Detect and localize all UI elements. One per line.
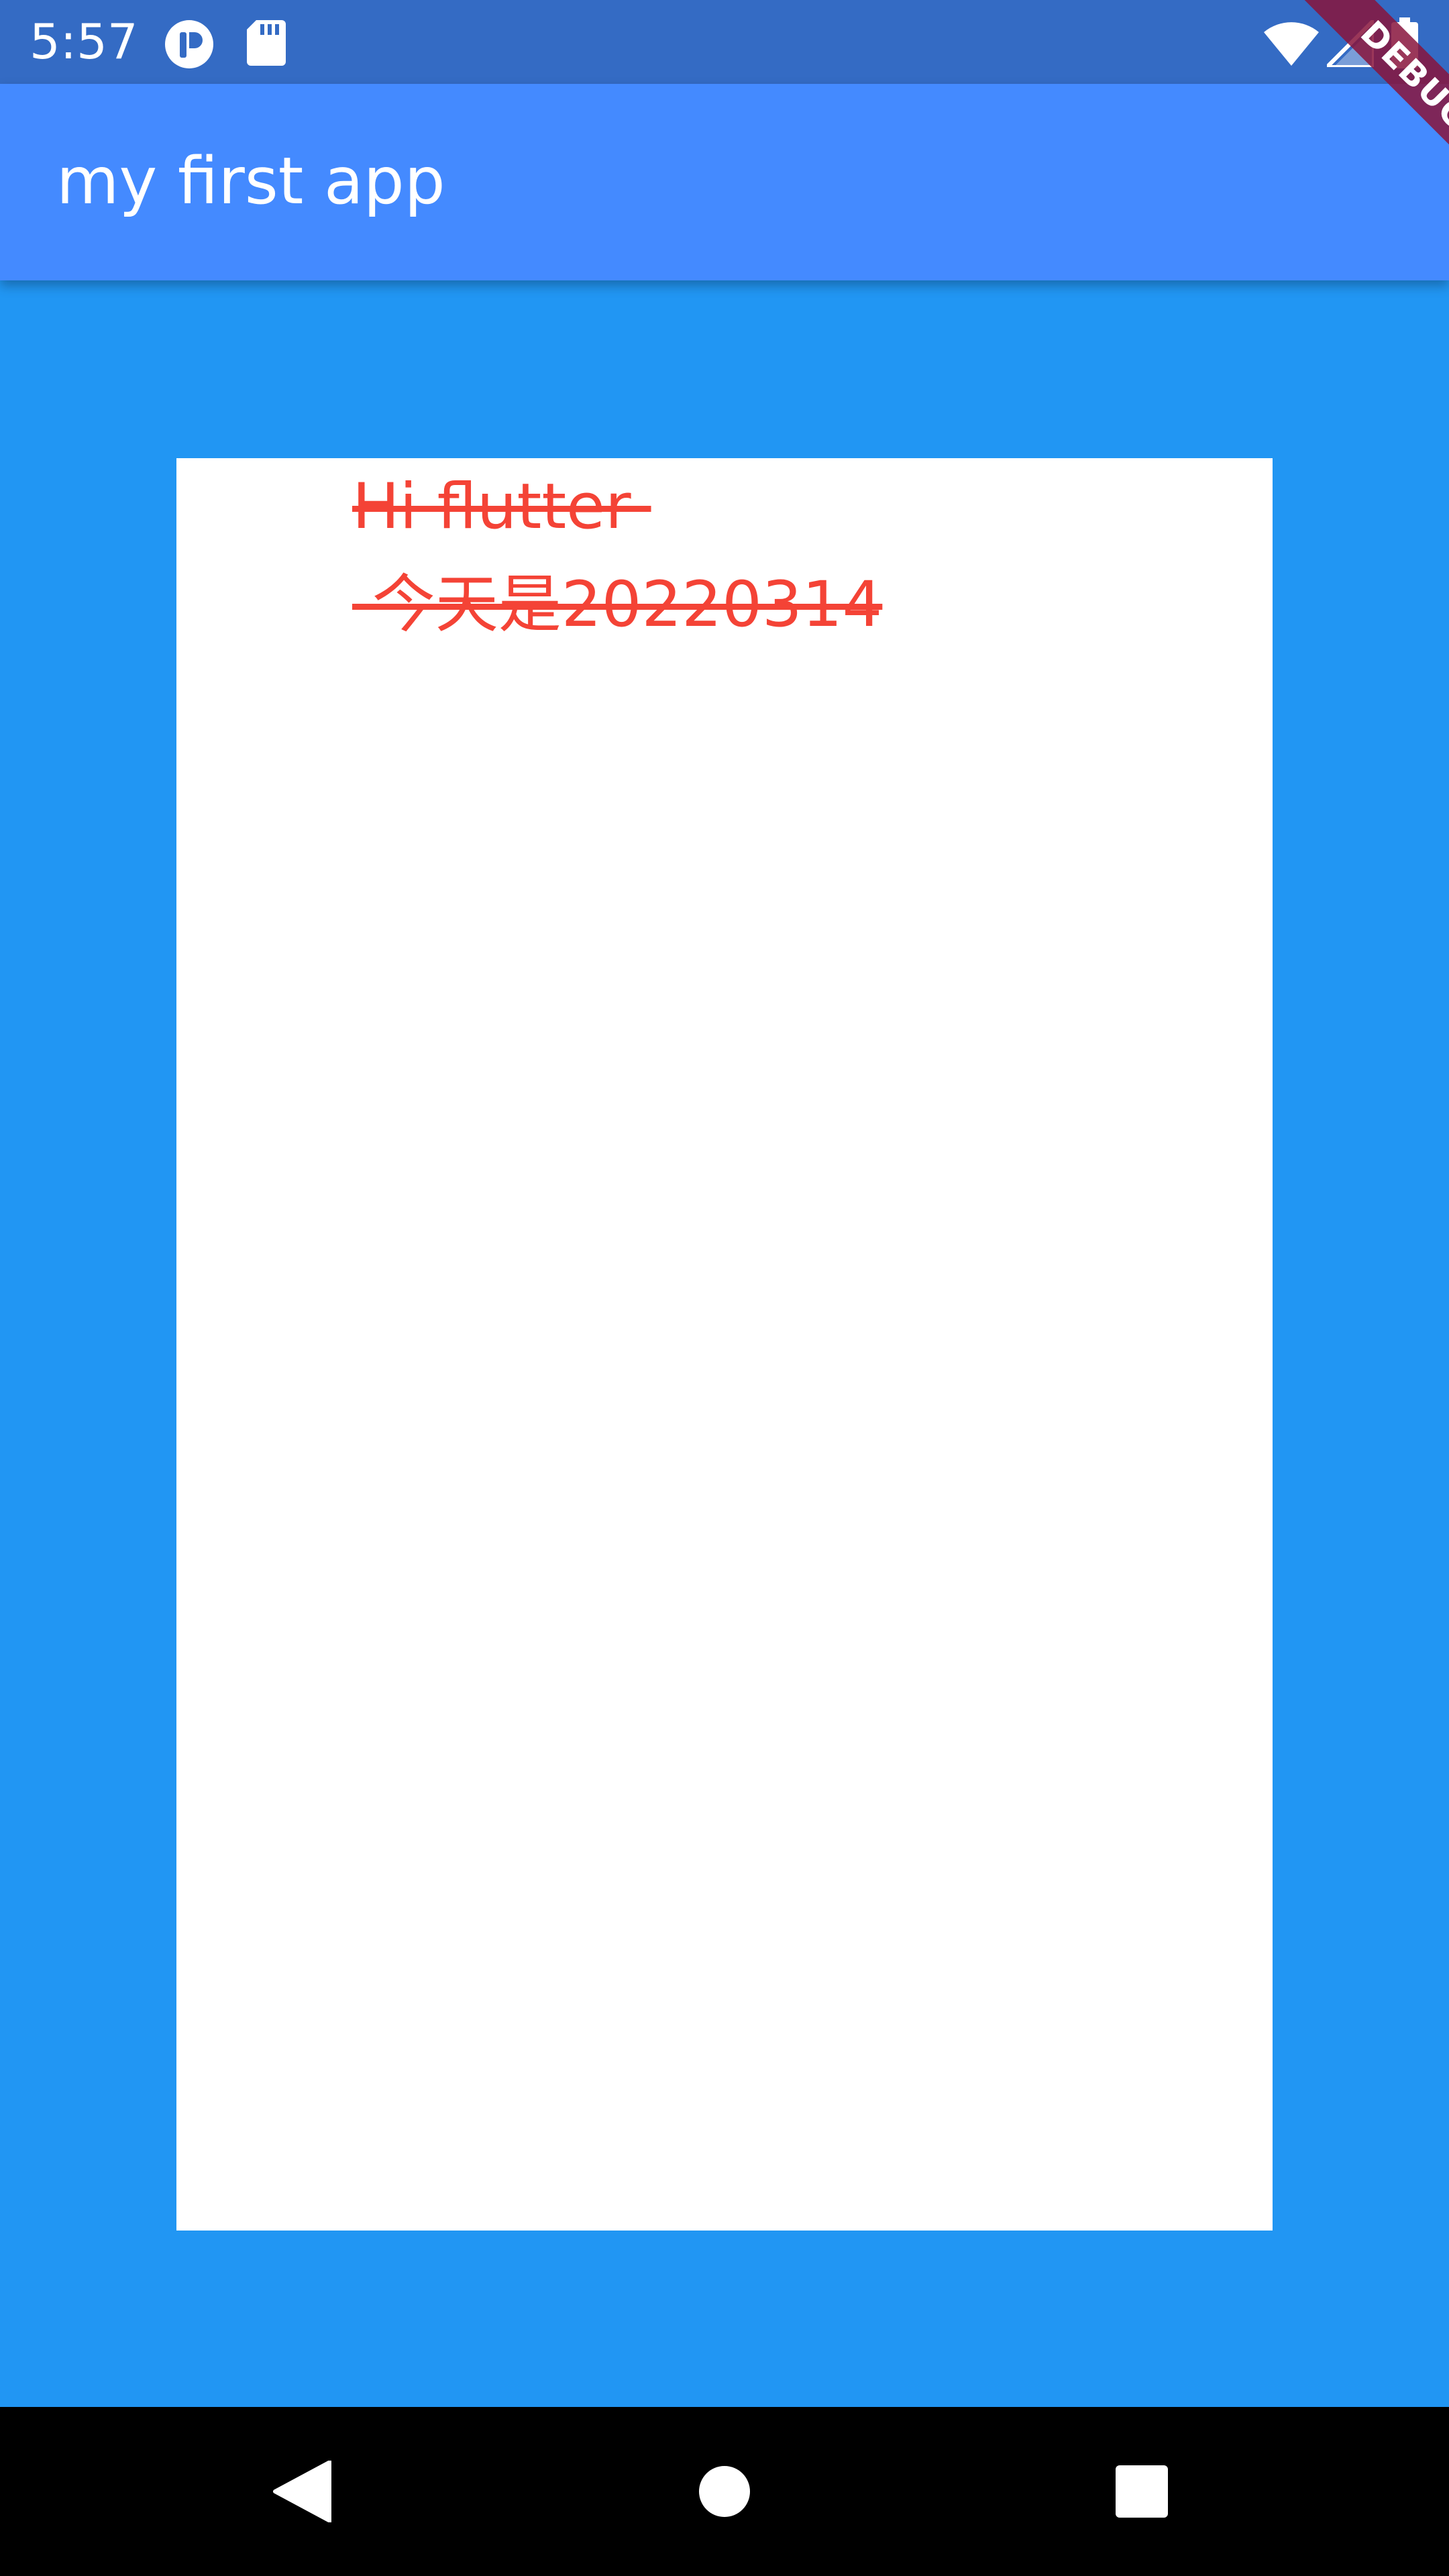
home-icon[interactable] bbox=[698, 2465, 751, 2518]
app-bar: my first app bbox=[0, 84, 1449, 280]
status-bar: 5:57 bbox=[0, 0, 1449, 84]
recents-icon[interactable] bbox=[1115, 2465, 1169, 2518]
card-text-line-1: Hi flutter bbox=[352, 470, 651, 543]
card-text: Hi flutter 今天是20220314 bbox=[352, 458, 1224, 654]
app-notification-icon bbox=[165, 20, 213, 68]
back-icon[interactable] bbox=[271, 2461, 331, 2522]
cell-signal-icon bbox=[1327, 20, 1374, 67]
screen: 5:57 my first app DEBUG Hi flutter 今天是20… bbox=[0, 0, 1449, 2576]
card-text-line-2: 今天是20220314 bbox=[352, 568, 883, 641]
app-title: my first app bbox=[56, 144, 445, 219]
content-card: Hi flutter 今天是20220314 bbox=[176, 458, 1273, 2231]
status-time: 5:57 bbox=[30, 13, 138, 70]
navigation-bar bbox=[0, 2407, 1449, 2576]
battery-icon bbox=[1391, 17, 1418, 68]
wifi-icon bbox=[1264, 22, 1319, 66]
sd-card-icon bbox=[247, 20, 286, 66]
